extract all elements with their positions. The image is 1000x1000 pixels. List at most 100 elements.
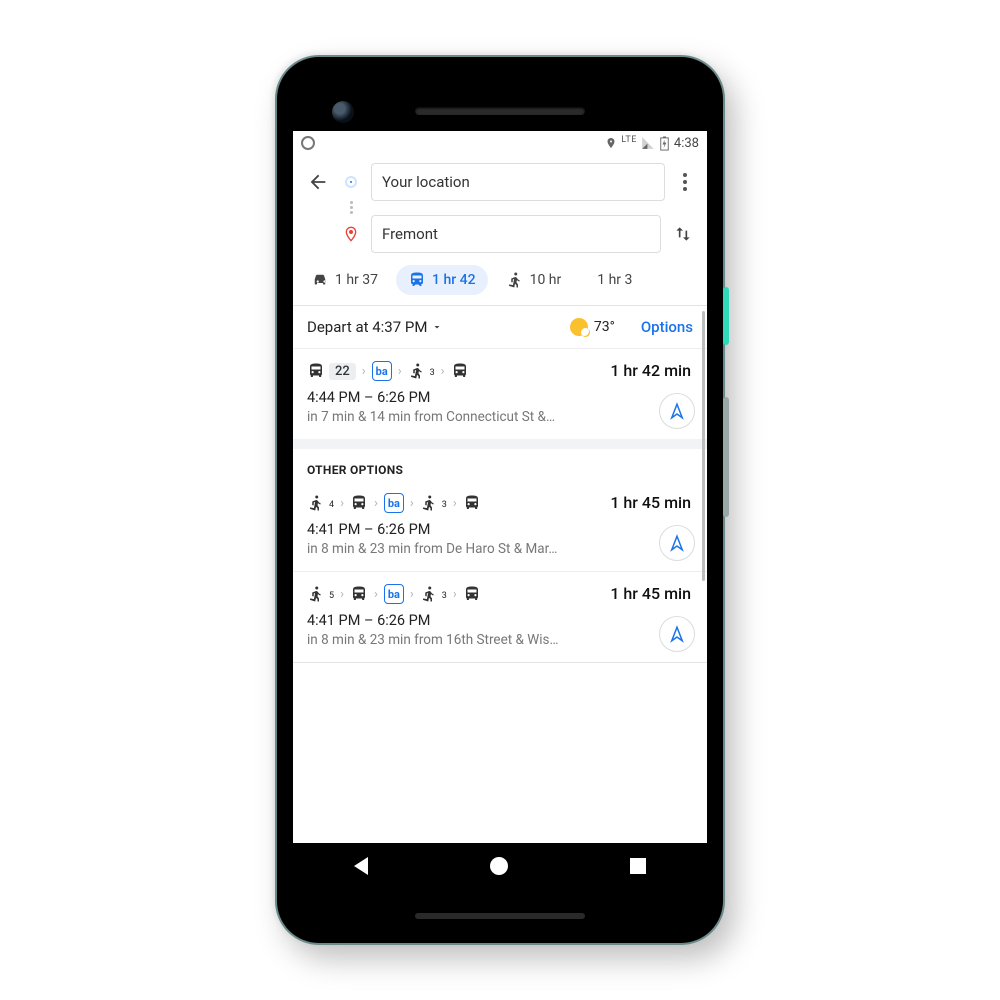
chevron-right-icon: ›: [408, 496, 416, 511]
chevron-right-icon: ›: [338, 587, 346, 602]
status-bar: LTE 4:38: [293, 131, 707, 155]
route-connector-icon: [341, 201, 361, 215]
front-camera: [332, 101, 354, 123]
route-duration: 1 hr 45 min: [610, 584, 691, 603]
divider: [293, 662, 707, 663]
route-times: 4:41 PM – 6:26 PM: [307, 521, 693, 538]
destination-pin-icon: [341, 225, 361, 243]
chevron-right-icon: ›: [408, 587, 416, 602]
weather: 73°: [570, 318, 615, 336]
tab-rideshare-label: 1 hr 3: [597, 272, 632, 288]
nav-recents-button[interactable]: [630, 858, 646, 874]
travel-mode-tabs: 1 hr 37 1 hr 42 10 hr 1 hr 3: [293, 259, 707, 305]
walk-icon: [506, 271, 524, 289]
start-navigation-button[interactable]: [659, 525, 695, 561]
directions-header: Your location Fremont: [293, 155, 707, 259]
bus-line-chip: 22: [329, 363, 356, 380]
depart-time-button[interactable]: Depart at 4:37 PM: [307, 318, 443, 336]
route-item[interactable]: 22 › ba › 3 › 1 hr 42 min 4:44 PM – 6:26…: [293, 348, 707, 439]
bart-badge-icon: ba: [384, 584, 404, 604]
bus-icon: [451, 362, 469, 380]
swap-button[interactable]: [671, 222, 695, 246]
car-icon: [311, 271, 329, 289]
other-options-label: OTHER OPTIONS: [293, 449, 707, 481]
notification-dot-icon: [301, 136, 315, 150]
bus-icon: [463, 585, 481, 603]
location-icon: [605, 136, 617, 150]
tab-transit[interactable]: 1 hr 42: [396, 265, 488, 295]
chevron-right-icon: ›: [372, 496, 380, 511]
chevron-right-icon: ›: [372, 587, 380, 602]
options-button[interactable]: Options: [641, 318, 693, 336]
controls-row: Depart at 4:37 PM 73° Options: [293, 306, 707, 348]
route-duration: 1 hr 45 min: [610, 493, 691, 512]
walk-minutes: 3: [442, 500, 447, 510]
bus-icon: [307, 362, 325, 380]
scrollbar[interactable]: [702, 311, 705, 581]
route-eta: in 8 min & 23 min from 16th Street & Wis…: [307, 632, 693, 648]
battery-icon: [659, 136, 670, 151]
android-nav-bar: [293, 843, 707, 889]
power-button: [723, 287, 729, 345]
tab-walking-label: 10 hr: [530, 272, 562, 288]
navigation-arrow-icon: [668, 402, 686, 420]
tab-rideshare[interactable]: 1 hr 3: [579, 265, 639, 295]
route-eta: in 7 min & 14 min from Connecticut St &…: [307, 409, 693, 425]
signal-icon: [641, 136, 655, 150]
tab-walking[interactable]: 10 hr: [494, 265, 574, 295]
route-times: 4:44 PM – 6:26 PM: [307, 389, 693, 406]
walk-icon: [408, 362, 426, 380]
nav-back-button[interactable]: [354, 857, 368, 875]
earpiece: [415, 107, 585, 115]
phone-frame: LTE 4:38 Your location Fremont: [275, 55, 725, 945]
back-button[interactable]: [305, 169, 331, 195]
walk-minutes: 3: [430, 368, 435, 378]
start-navigation-button[interactable]: [659, 393, 695, 429]
walk-minutes: 5: [329, 591, 334, 601]
network-label: LTE: [621, 135, 637, 145]
chevron-right-icon: ›: [451, 587, 459, 602]
start-navigation-button[interactable]: [659, 616, 695, 652]
walk-minutes: 3: [442, 591, 447, 601]
section-gap: [293, 439, 707, 449]
chevron-right-icon: ›: [439, 364, 447, 379]
dropdown-icon: [431, 321, 443, 333]
chevron-right-icon: ›: [338, 496, 346, 511]
chevron-right-icon: ›: [451, 496, 459, 511]
route-eta: in 8 min & 23 min from De Haro St & Mar…: [307, 541, 693, 557]
walk-minutes: 4: [329, 500, 334, 510]
origin-marker-icon: [341, 176, 361, 188]
clock-time: 4:38: [674, 136, 699, 151]
bart-badge-icon: ba: [372, 361, 392, 381]
bottom-speaker: [415, 913, 585, 919]
nav-home-button[interactable]: [490, 857, 508, 875]
bus-icon: [350, 585, 368, 603]
walk-icon: [307, 585, 325, 603]
bus-icon: [463, 494, 481, 512]
tab-driving-label: 1 hr 37: [335, 272, 378, 288]
overflow-menu-button[interactable]: [675, 173, 695, 191]
route-item[interactable]: 4 › › ba › 3 › 1 hr 45 min 4:41 PM – 6:2…: [293, 481, 707, 571]
walk-icon: [420, 585, 438, 603]
walk-icon: [307, 494, 325, 512]
origin-text: Your location: [382, 173, 470, 191]
navigation-arrow-icon: [668, 625, 686, 643]
sun-icon: [570, 318, 588, 336]
screen: LTE 4:38 Your location Fremont: [293, 131, 707, 889]
route-duration: 1 hr 42 min: [610, 361, 691, 380]
destination-input[interactable]: Fremont: [371, 215, 661, 253]
train-icon: [408, 271, 426, 289]
temperature: 73°: [594, 319, 615, 335]
tab-driving[interactable]: 1 hr 37: [299, 265, 390, 295]
depart-time-label: Depart at 4:37 PM: [307, 318, 427, 336]
bart-badge-icon: ba: [384, 493, 404, 513]
route-times: 4:41 PM – 6:26 PM: [307, 612, 693, 629]
chevron-right-icon: ›: [396, 364, 404, 379]
tab-transit-label: 1 hr 42: [432, 272, 476, 288]
route-item[interactable]: 5 › › ba › 3 › 1 hr 45 min 4:41 PM – 6:2…: [293, 571, 707, 662]
origin-input[interactable]: Your location: [371, 163, 665, 201]
options-label: Options: [641, 318, 693, 336]
bus-icon: [350, 494, 368, 512]
walk-icon: [420, 494, 438, 512]
volume-rocker: [723, 397, 729, 517]
